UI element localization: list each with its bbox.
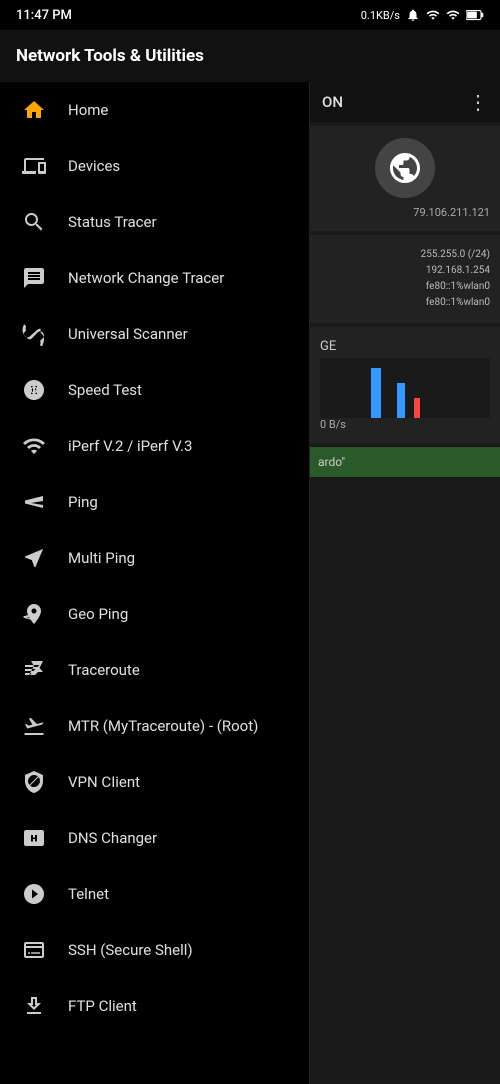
home-icon xyxy=(20,96,48,124)
sidebar-item-label-ssh: SSH (Secure Shell) xyxy=(68,941,193,959)
bps-label: 0 B/s xyxy=(320,418,490,431)
battery-icon xyxy=(466,8,484,22)
sidebar-item-label-telnet: Telnet xyxy=(68,885,109,903)
sidebar-item-label-speed-test: Speed Test xyxy=(68,381,142,399)
sidebar-item-devices[interactable]: Devices xyxy=(0,138,309,194)
mtr-icon xyxy=(20,712,48,740)
devices-icon xyxy=(20,152,48,180)
ardo-text: ardo" xyxy=(318,455,492,469)
navigation-drawer: Home Devices Status Tracer Network Chang… xyxy=(0,82,310,1084)
network-details: 255.255.0 (/24) 192.168.1.254 fe80::1%wl… xyxy=(320,247,490,311)
telnet-icon xyxy=(20,880,48,908)
sidebar-item-ftp-client[interactable]: FTP Client xyxy=(0,978,309,1034)
chart-bar-blue-2 xyxy=(397,383,405,418)
app-header: Network Tools & Utilities xyxy=(0,30,500,82)
vpn-client-icon xyxy=(20,768,48,796)
app-title: Network Tools & Utilities xyxy=(16,46,204,66)
sidebar-item-multi-ping[interactable]: Multi Ping xyxy=(0,530,309,586)
sidebar-item-label-dns-changer: DNS Changer xyxy=(68,829,157,847)
chart-bar-red xyxy=(414,398,420,418)
sidebar-item-label-iperf: iPerf V.2 / iPerf V.3 xyxy=(68,437,192,455)
more-options-button[interactable]: ⋮ xyxy=(468,90,488,114)
universal-scanner-icon xyxy=(20,320,48,348)
status-time: 11:47 PM xyxy=(16,8,72,23)
traffic-chart xyxy=(320,358,490,418)
network-speed: 0.1KB/s xyxy=(361,9,400,22)
geo-ping-icon xyxy=(20,600,48,628)
globe-icon xyxy=(387,150,423,186)
ardo-block: ardo" xyxy=(310,447,500,477)
ip-info-block: 79.106.211.121 xyxy=(310,126,500,231)
iperf-icon xyxy=(20,432,48,460)
sidebar-item-label-vpn-client: VPN CIient xyxy=(68,773,140,791)
sidebar-item-label-traceroute: Traceroute xyxy=(68,661,140,679)
sidebar-item-geo-ping[interactable]: Geo Ping xyxy=(0,586,309,642)
multi-ping-icon xyxy=(20,544,48,572)
ge-label: GE xyxy=(320,339,490,354)
sidebar-item-ping[interactable]: Ping xyxy=(0,474,309,530)
sidebar-item-label-universal-scanner: Universal Scanner xyxy=(68,325,188,343)
sidebar-item-label-ftp-client: FTP Client xyxy=(68,997,137,1015)
sidebar-item-network-change-tracer[interactable]: Network Change Tracer xyxy=(0,250,309,306)
network-info-block: 255.255.0 (/24) 192.168.1.254 fe80::1%wl… xyxy=(310,235,500,323)
ftp-client-icon xyxy=(20,992,48,1020)
status-bar: 11:47 PM 0.1KB/s xyxy=(0,0,500,30)
globe-circle xyxy=(375,138,435,198)
content-top-bar: ON ⋮ xyxy=(310,82,500,122)
sidebar-item-label-mtr: MTR (MyTraceroute) - (Root) xyxy=(68,717,258,735)
alarm-icon xyxy=(406,8,420,22)
ssh-icon xyxy=(20,936,48,964)
sidebar-item-status-tracer[interactable]: Status Tracer xyxy=(0,194,309,250)
sidebar-item-label-devices: Devices xyxy=(68,157,120,175)
wifi-icon xyxy=(446,8,460,22)
network-change-tracer-icon xyxy=(20,264,48,292)
status-tracer-icon xyxy=(20,208,48,236)
ip-address: 79.106.211.121 xyxy=(320,206,490,219)
sidebar-item-ssh[interactable]: SSH (Secure Shell) xyxy=(0,922,309,978)
sidebar-item-label-geo-ping: Geo Ping xyxy=(68,605,128,623)
sidebar-item-home[interactable]: Home xyxy=(0,82,309,138)
main-layout: Home Devices Status Tracer Network Chang… xyxy=(0,82,500,1084)
signal-icon xyxy=(426,8,440,22)
on-label: ON xyxy=(322,93,343,111)
sidebar-item-label-home: Home xyxy=(68,101,108,119)
sidebar-item-label-ping: Ping xyxy=(68,493,98,511)
sidebar-item-vpn-client[interactable]: VPN CIient xyxy=(0,754,309,810)
sidebar-item-iperf[interactable]: iPerf V.2 / iPerf V.3 xyxy=(0,418,309,474)
sidebar-item-label-multi-ping: Multi Ping xyxy=(68,549,135,567)
sidebar-item-traceroute[interactable]: Traceroute xyxy=(0,642,309,698)
sidebar-item-speed-test[interactable]: Speed Test xyxy=(0,362,309,418)
chart-block: GE 0 B/s xyxy=(310,327,500,443)
sidebar-item-universal-scanner[interactable]: Universal Scanner xyxy=(0,306,309,362)
sidebar-item-telnet[interactable]: Telnet xyxy=(0,866,309,922)
sidebar-item-dns-changer[interactable]: DNS Changer xyxy=(0,810,309,866)
sidebar-item-label-status-tracer: Status Tracer xyxy=(68,213,157,231)
content-area: ON ⋮ 79.106.211.121 255.255.0 (/24) 192.… xyxy=(310,82,500,1084)
traceroute-icon xyxy=(20,656,48,684)
sidebar-item-label-network-change-tracer: Network Change Tracer xyxy=(68,269,224,287)
chart-bar-blue-1 xyxy=(371,368,381,418)
sidebar-item-mtr[interactable]: MTR (MyTraceroute) - (Root) xyxy=(0,698,309,754)
status-right: 0.1KB/s xyxy=(361,8,484,22)
speed-test-icon xyxy=(20,376,48,404)
ping-icon xyxy=(20,488,48,516)
dns-changer-icon xyxy=(20,824,48,852)
